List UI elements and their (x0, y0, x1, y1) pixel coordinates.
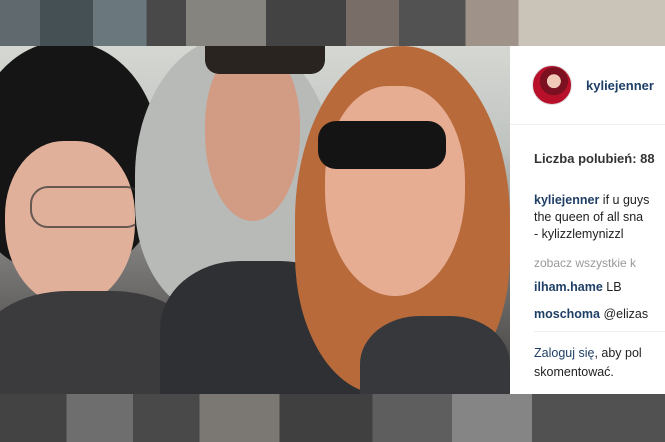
login-text-1: , aby pol (594, 346, 642, 360)
avatar[interactable] (532, 65, 572, 105)
username-link[interactable]: kyliejenner (586, 78, 654, 93)
comment-username-link[interactable]: ilham.hame (534, 280, 603, 294)
caption-username-link[interactable]: kyliejenner (534, 193, 599, 207)
comment-username-link[interactable]: moschoma (534, 307, 600, 321)
caption-text-2: the queen of all sna (534, 210, 644, 224)
background-photo-strip-top (0, 0, 665, 46)
instagram-post-card: kyliejenner Liczba polubień: 88 kyliejen… (0, 46, 665, 394)
post-caption: kyliejenner if u guys the queen of all s… (534, 192, 665, 243)
comment-row: moschoma @elizas (534, 307, 648, 321)
comment-text: @elizas (600, 307, 649, 321)
login-link[interactable]: Zaloguj się (534, 346, 594, 360)
likes-count: Liczba polubień: 88 (534, 151, 655, 166)
glasses-left (30, 186, 144, 228)
post-header: kyliejenner (510, 46, 665, 125)
comment-row: ilham.hame LB (534, 280, 622, 294)
sunglasses-right (318, 121, 446, 169)
see-all-comments-link[interactable]: zobacz wszystkie k (534, 256, 636, 270)
caption-text-1: if u guys (599, 193, 650, 207)
background-photo-strip-bottom (0, 394, 665, 442)
login-text-2: skomentować. (534, 365, 614, 379)
comment-text: LB (602, 280, 622, 294)
photo-coat-right (360, 316, 510, 394)
divider (534, 331, 665, 332)
photo-face-right (325, 86, 465, 296)
post-sidebar: kyliejenner Liczba polubień: 88 kyliejen… (510, 46, 665, 394)
sunglasses-middle (205, 46, 325, 74)
caption-text-3: - kylizzlemynizzl (534, 227, 624, 241)
login-prompt: Zaloguj się, aby pol skomentować. (534, 344, 642, 382)
post-photo[interactable] (0, 46, 510, 394)
